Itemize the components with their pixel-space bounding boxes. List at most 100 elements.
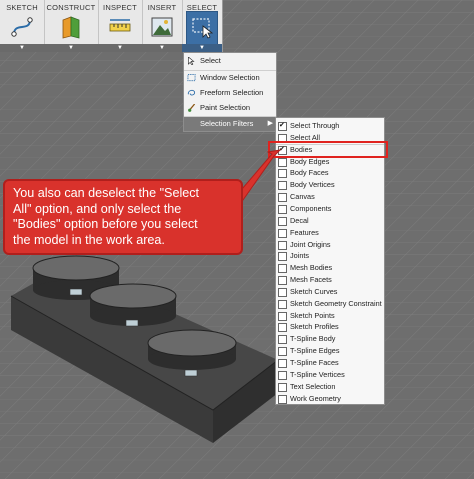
checkbox[interactable]	[278, 240, 287, 250]
measure-icon[interactable]	[107, 14, 133, 40]
checkbox[interactable]	[278, 193, 287, 203]
checkbox[interactable]	[278, 157, 287, 167]
filter-item-label: Select Through	[290, 121, 340, 130]
filter-item-components[interactable]: Components	[276, 203, 384, 215]
checkbox[interactable]	[278, 181, 287, 191]
filter-item-label: T-Spline Edges	[290, 346, 340, 356]
toolbar: SKETCH ▼ CONSTRUCT ▼ INSPECT ▼ INSERT ▼ …	[0, 0, 223, 52]
window-select-icon	[187, 74, 196, 82]
filter-item-features[interactable]: Features	[276, 227, 384, 239]
bodies-highlight-box	[268, 141, 388, 158]
construct-plane-icon[interactable]	[58, 14, 84, 40]
toolbar-group-construct[interactable]: CONSTRUCT ▼	[44, 0, 99, 52]
filter-item-label: Components	[290, 203, 332, 213]
checkbox[interactable]	[278, 216, 287, 226]
filter-item-mesh-bodies[interactable]: Mesh Bodies	[276, 262, 384, 274]
filter-item-select-through[interactable]: Select Through	[276, 120, 384, 132]
filter-item-text-selection[interactable]: Text Selection	[276, 381, 384, 393]
callout-line: All" option, and only select the	[13, 201, 182, 216]
toolbar-label: SKETCH	[6, 3, 38, 12]
toolbar-label: INSPECT	[103, 3, 137, 12]
filter-item-sketch-points[interactable]: Sketch Points	[276, 310, 384, 322]
checkbox[interactable]	[278, 299, 287, 309]
checkbox[interactable]	[278, 169, 287, 179]
filter-item-body-faces[interactable]: Body Faces	[276, 167, 384, 179]
checkbox[interactable]	[278, 323, 287, 333]
insert-image-icon[interactable]	[149, 14, 175, 40]
filter-item-label: Sketch Curves	[290, 286, 338, 296]
menu-item-label: Select	[200, 56, 221, 65]
filter-item-label: T-Spline Faces	[290, 358, 339, 367]
checkbox[interactable]	[278, 370, 287, 380]
menu-item-select[interactable]: Select	[184, 54, 276, 68]
checkbox[interactable]	[278, 120, 287, 132]
dropdown-arrow-icon[interactable]: ▼	[142, 44, 182, 52]
filter-item-label: Sketch Profiles	[290, 322, 339, 332]
filter-item-mesh-facets[interactable]: Mesh Facets	[276, 274, 384, 286]
filter-item-work-geometry[interactable]: Work Geometry	[276, 393, 384, 405]
checkbox[interactable]	[278, 394, 287, 404]
checkbox[interactable]	[278, 228, 287, 238]
checkbox[interactable]	[278, 382, 287, 392]
checkbox[interactable]	[278, 264, 287, 274]
checkbox[interactable]	[278, 204, 287, 214]
filter-item-sketch-geometry-constraint[interactable]: Sketch Geometry Constraint	[276, 298, 384, 310]
filter-item-label: Sketch Points	[290, 310, 335, 320]
cursor-icon	[188, 57, 195, 65]
paint-brush-icon	[188, 104, 196, 112]
callout-line: You also can deselect the "Select	[13, 186, 200, 200]
filter-item-sketch-profiles[interactable]: Sketch Profiles	[276, 321, 384, 333]
menu-item-window-selection[interactable]: Window Selection	[184, 70, 276, 85]
filter-item-joints[interactable]: Joints	[276, 250, 384, 262]
menu-item-label: Freeform Selection	[200, 88, 264, 97]
filter-item-label: Joint Origins	[290, 239, 331, 249]
checkbox[interactable]	[278, 252, 287, 262]
dropdown-arrow-icon[interactable]: ▼	[44, 44, 98, 52]
submenu-arrow-icon: ▶	[267, 120, 273, 127]
callout-line: "Bodies" option before you select	[13, 217, 198, 231]
filter-item-label: Decal	[290, 215, 309, 225]
menu-item-paint-selection[interactable]: Paint Selection	[184, 101, 276, 115]
filter-item-t-spline-edges[interactable]: T-Spline Edges	[276, 345, 384, 357]
menu-item-label: Paint Selection	[200, 103, 251, 112]
filter-item-label: T-Spline Vertices	[290, 369, 345, 379]
model-cylinder-3[interactable]	[147, 329, 237, 370]
menu-item-freeform-selection[interactable]: Freeform Selection	[184, 86, 276, 100]
lasso-icon	[187, 89, 196, 96]
filter-item-label: Body Vertices	[290, 180, 335, 190]
filter-item-decal[interactable]: Decal	[276, 215, 384, 227]
filter-item-joint-origins[interactable]: Joint Origins	[276, 239, 384, 251]
toolbar-group-sketch[interactable]: SKETCH ▼	[0, 0, 45, 52]
filter-item-label: Work Geometry	[290, 393, 341, 403]
filter-item-t-spline-vertices[interactable]: T-Spline Vertices	[276, 369, 384, 381]
checkbox[interactable]	[278, 276, 287, 286]
checkbox[interactable]	[278, 287, 287, 297]
filter-item-label: Text Selection	[290, 381, 336, 391]
checkbox[interactable]	[278, 335, 287, 345]
toolbar-group-insert[interactable]: INSERT ▼	[142, 0, 183, 52]
select-window-icon[interactable]	[189, 14, 215, 40]
sketch-curve-icon[interactable]	[9, 14, 35, 40]
filter-item-label: T-Spline Body	[290, 334, 336, 344]
instruction-callout: You also can deselect the "Select All" o…	[3, 179, 243, 255]
dropdown-arrow-icon[interactable]: ▼	[182, 44, 222, 52]
filter-item-canvas[interactable]: Canvas	[276, 191, 384, 203]
checkbox[interactable]	[278, 359, 287, 368]
menu-item-label: Window Selection	[200, 73, 260, 82]
filter-item-body-vertices[interactable]: Body Vertices	[276, 179, 384, 191]
dropdown-arrow-icon[interactable]: ▼	[0, 44, 44, 52]
filter-item-sketch-curves[interactable]: Sketch Curves	[276, 286, 384, 298]
toolbar-group-select[interactable]: SELECT ▼	[182, 0, 222, 52]
filter-item-label: Body Faces	[290, 168, 329, 178]
filter-item-label: Mesh Facets	[290, 275, 332, 285]
filter-item-label: Canvas	[290, 192, 315, 202]
dropdown-arrow-icon[interactable]: ▼	[98, 44, 142, 52]
menu-item-label: Selection Filters	[200, 119, 254, 128]
toolbar-group-inspect[interactable]: INSPECT ▼	[98, 0, 143, 52]
toolbar-label: INSERT	[147, 3, 177, 12]
filter-item-t-spline-faces[interactable]: T-Spline Faces	[276, 357, 384, 369]
filter-item-t-spline-body[interactable]: T-Spline Body	[276, 333, 384, 345]
menu-item-selection-filters[interactable]: Selection Filters ▶	[184, 116, 276, 131]
checkbox[interactable]	[278, 347, 287, 357]
checkbox[interactable]	[278, 311, 287, 321]
